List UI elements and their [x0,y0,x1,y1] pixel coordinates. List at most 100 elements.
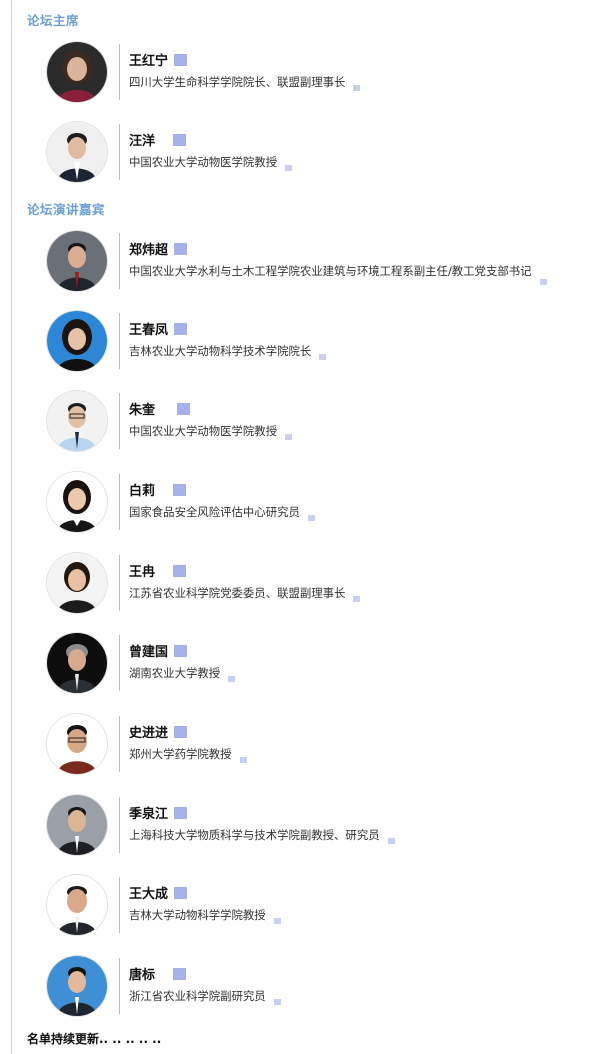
portrait-icon [47,714,107,774]
name-marker-icon [174,323,188,335]
name-marker-icon [173,565,187,577]
person-name: 曾建国 [129,641,188,660]
person-title: 吉林农业大学动物科学技术学院院长 [129,343,327,360]
portrait-icon [47,231,107,291]
avatar [47,714,107,774]
person-title: 中国农业大学水利与土木工程学院农业建筑与环境工程系副主任/教工党支部书记 [129,263,547,285]
divider-bar [119,877,120,933]
section-title-chairs: 论坛主席 [27,13,80,28]
person-name: 季泉江 [129,803,188,822]
name-marker-icon [174,726,188,738]
divider-bar [119,124,120,180]
title-marker-icon [387,838,395,844]
person-title: 中国农业大学动物医学院教授 [129,154,293,171]
person-title: 郑州大学药学院教授 [129,746,247,763]
person-name: 王春凤 [129,319,188,338]
portrait-icon [47,42,107,102]
person-title: 江苏省农业科学院党委委员、联盟副理事长 [129,585,361,602]
person-name: 王冉 [129,561,187,580]
footer-note: 名单持续更新.. .. .. .. .. [27,1032,162,1046]
avatar [47,472,107,532]
title-marker-icon [353,85,361,91]
title-marker-icon [285,165,293,171]
person-card-zhu-kui: 朱奎 中国农业大学动物医学院教授 [0,391,600,455]
title-marker-icon [273,918,281,924]
person-card-bai-li: 白莉 国家食品安全风险评估中心研究员 [0,472,600,536]
divider-bar [119,958,120,1014]
person-title: 中国农业大学动物医学院教授 [129,423,293,440]
name-marker-icon [173,484,187,496]
person-card-wang-dacheng: 王大成 吉林大学动物科学学院教授 [0,875,600,939]
person-title: 上海科技大学物质科学与技术学院副教授、研究员 [129,827,395,844]
divider-bar [119,555,120,611]
person-name: 白莉 [129,480,187,499]
person-card-wang-hongning: 王红宁 四川大学生命科学学院院长、联盟副理事长 [0,42,600,106]
title-marker-icon [273,999,281,1005]
divider-bar [119,393,120,449]
person-name: 汪洋 [129,130,187,149]
name-marker-icon [173,968,187,980]
avatar [47,875,107,935]
person-card-tang-biao: 唐标 浙江省农业科学院副研究员 [0,956,600,1020]
person-card-zeng-jianguo: 曾建国 湖南农业大学教授 [0,633,600,697]
title-marker-icon [285,434,293,440]
name-marker-icon [174,645,188,657]
person-name: 郑炜超 [129,239,188,258]
person-card-wang-chunfeng: 王春凤 吉林农业大学动物科学技术学院院长 [0,311,600,375]
portrait-icon [47,956,107,1016]
portrait-icon [47,553,107,613]
avatar [47,231,107,291]
avatar [47,391,107,451]
person-card-wang-yang: 汪洋 中国农业大学动物医学院教授 [0,122,600,186]
avatar [47,122,107,182]
person-card-wang-ran: 王冉 江苏省农业科学院党委委员、联盟副理事长 [0,553,600,617]
title-marker-icon [307,515,315,521]
person-card-shi-jinjin: 史进进 郑州大学药学院教授 [0,714,600,778]
person-name: 史进进 [129,722,188,741]
avatar [47,956,107,1016]
avatar [47,633,107,693]
portrait-icon [47,311,107,371]
divider-bar [119,44,120,100]
divider-bar [119,797,120,853]
divider-bar [119,716,120,772]
section-title-speakers: 论坛演讲嘉宾 [27,202,106,217]
avatar [47,311,107,371]
person-card-zheng-weichao: 郑炜超 中国农业大学水利与土木工程学院农业建筑与环境工程系副主任/教工党支部书记 [0,231,600,295]
divider-bar [119,635,120,691]
person-title: 浙江省农业科学院副研究员 [129,988,281,1005]
person-title: 吉林大学动物科学学院教授 [129,907,281,924]
title-marker-icon [353,596,361,602]
name-marker-icon [173,134,187,146]
name-marker-icon [174,887,188,899]
name-marker-icon [174,807,188,819]
portrait-icon [47,795,107,855]
person-name: 王红宁 [129,50,188,69]
portrait-icon [47,633,107,693]
title-marker-icon [228,676,236,682]
person-name: 朱奎 [129,399,191,418]
title-marker-icon [539,279,547,285]
portrait-icon [47,391,107,451]
divider-bar [119,313,120,369]
name-marker-icon [174,54,188,66]
person-title: 四川大学生命科学学院院长、联盟副理事长 [129,74,361,91]
title-marker-icon [319,354,327,360]
person-name: 唐标 [129,964,187,983]
avatar [47,553,107,613]
person-name: 王大成 [129,883,188,902]
person-card-ji-quanjiang: 季泉江 上海科技大学物质科学与技术学院副教授、研究员 [0,795,600,859]
person-title: 湖南农业大学教授 [129,665,236,682]
person-title: 国家食品安全风险评估中心研究员 [129,504,315,521]
speaker-list-page: 论坛主席 王红宁 四川大学生命科学学院院长、联盟副理事长 汪洋 中国农业大学动物… [0,0,600,1054]
portrait-icon [47,875,107,935]
portrait-icon [47,122,107,182]
name-marker-icon [174,243,188,255]
portrait-icon [47,472,107,532]
divider-bar [119,233,120,289]
name-marker-icon [177,403,191,415]
avatar [47,795,107,855]
divider-bar [119,474,120,530]
title-marker-icon [239,757,247,763]
avatar [47,42,107,102]
